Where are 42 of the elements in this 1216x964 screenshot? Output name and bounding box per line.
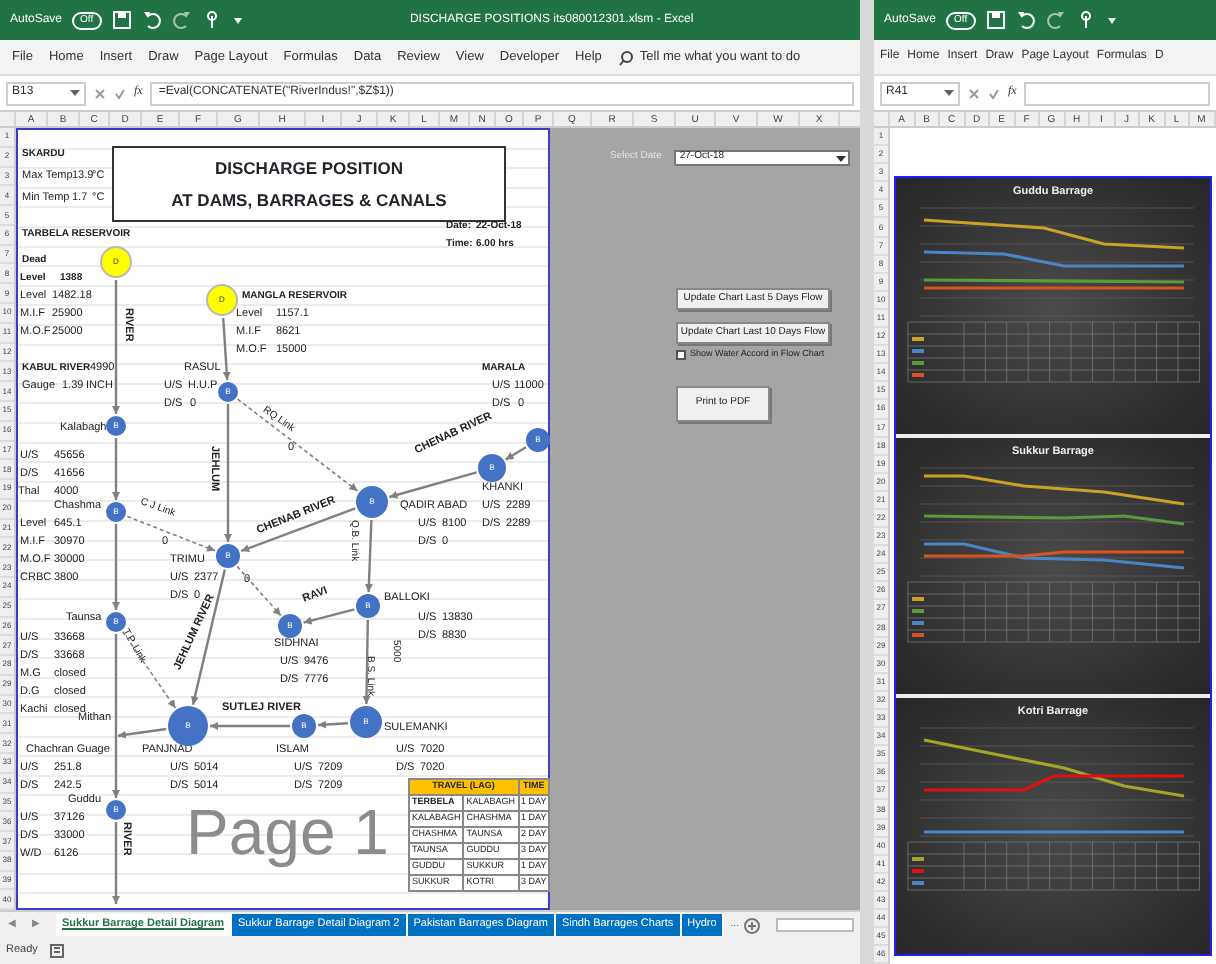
customize-caret-icon[interactable] xyxy=(231,12,244,28)
canal-arrow xyxy=(126,515,216,552)
dropdown-caret-icon[interactable] xyxy=(70,88,80,98)
search-icon[interactable] xyxy=(617,49,634,65)
touch-mode-icon[interactable] xyxy=(201,10,222,30)
river-arrow xyxy=(210,722,290,730)
horizontal-scrollbar[interactable] xyxy=(776,918,854,932)
river-arrow xyxy=(362,619,371,705)
touch-mode-icon[interactable] xyxy=(1075,10,1096,30)
river-arrow xyxy=(504,446,527,461)
river-arrow xyxy=(112,822,120,904)
canal-arrow xyxy=(122,631,177,709)
undo-icon[interactable] xyxy=(141,10,162,30)
river-arrow xyxy=(389,471,477,499)
macro-recording-icon[interactable] xyxy=(49,944,64,958)
formula-field[interactable] xyxy=(1024,81,1210,105)
save-icon[interactable] xyxy=(985,10,1006,30)
cancel-icon[interactable] xyxy=(94,87,106,99)
dropdown-caret-icon[interactable] xyxy=(835,153,846,163)
report-title: DISCHARGE POSITION xyxy=(215,155,403,181)
dropdown-caret-icon[interactable] xyxy=(944,88,954,98)
redo-icon[interactable] xyxy=(1045,10,1066,30)
river-arrow xyxy=(112,438,120,500)
canal-arrow xyxy=(236,398,359,492)
river-arrow xyxy=(303,608,355,625)
check-icon[interactable] xyxy=(988,87,1000,99)
report-title: AT DAMS, BARRAGES & CANALS xyxy=(171,187,447,213)
check-icon[interactable] xyxy=(114,87,126,99)
customize-caret-icon[interactable] xyxy=(1105,12,1118,28)
cancel-icon[interactable] xyxy=(968,87,980,99)
canal-arrow xyxy=(236,565,282,617)
undo-icon[interactable] xyxy=(1015,10,1036,30)
redo-icon[interactable] xyxy=(171,10,192,30)
river-arrow xyxy=(222,317,231,381)
river-arrow xyxy=(112,524,120,610)
river-arrow xyxy=(364,519,373,593)
save-icon[interactable] xyxy=(111,10,132,30)
add-sheet-icon[interactable] xyxy=(744,917,761,933)
river-arrow xyxy=(224,404,232,542)
river-arrow xyxy=(112,280,120,414)
river-arrow xyxy=(317,720,349,729)
page-number-label: Page 1 xyxy=(186,800,389,864)
